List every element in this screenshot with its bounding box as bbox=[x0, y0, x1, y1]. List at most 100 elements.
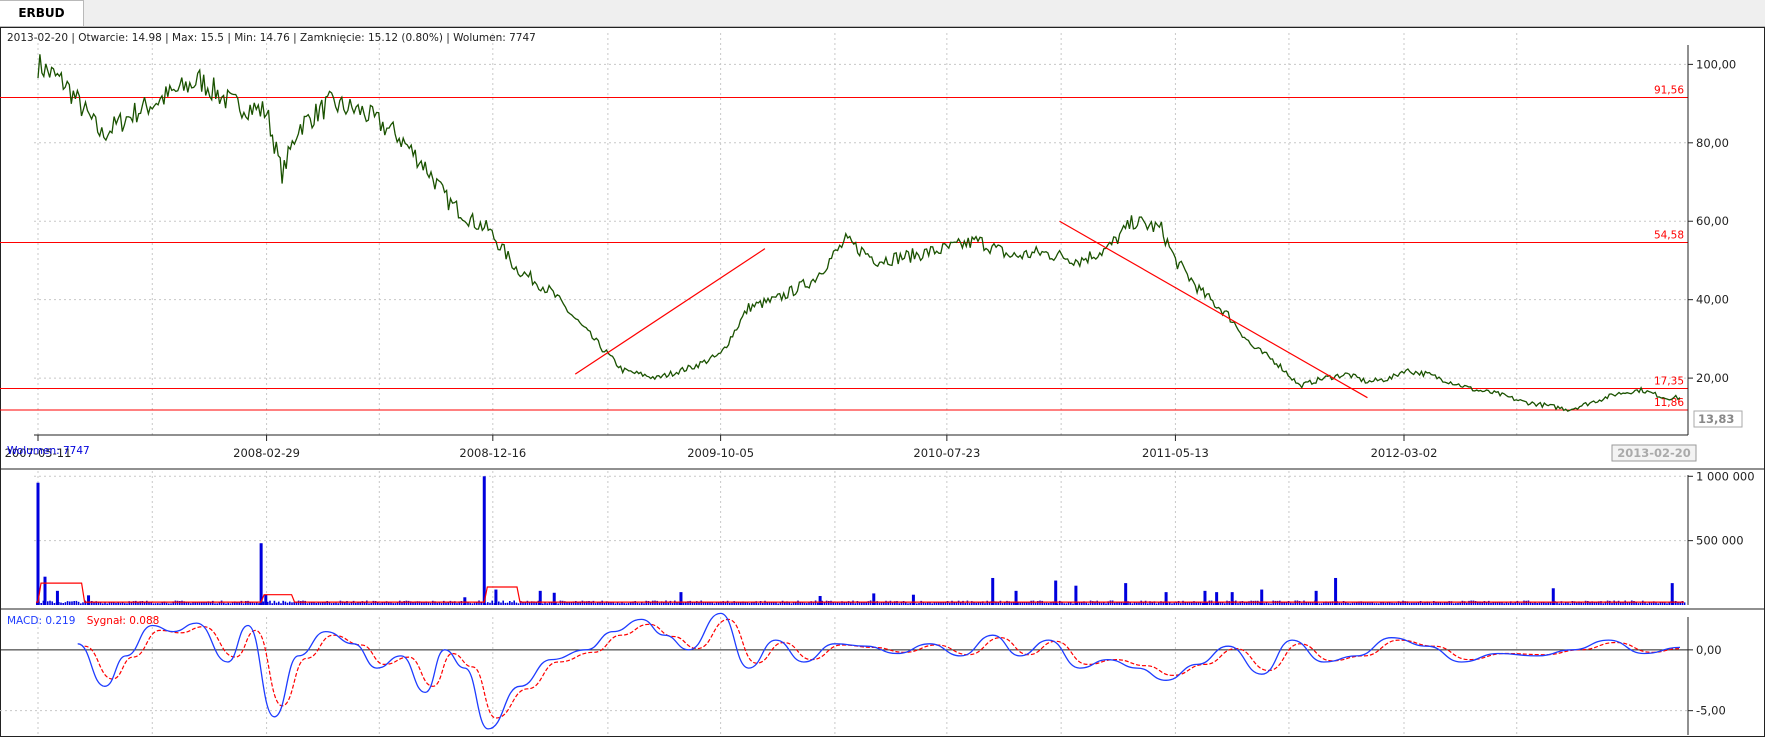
y-tick-label: 80,00 bbox=[1696, 136, 1729, 150]
volume-bar bbox=[394, 603, 397, 605]
volume-bar bbox=[1158, 602, 1160, 605]
volume-spike-bar bbox=[482, 476, 486, 605]
volume-bar bbox=[546, 603, 548, 605]
chart-canvas[interactable]: 91,56 54,58 17,35 11,86 100,00 80,00 60,00 40,… bbox=[0, 27, 1765, 737]
volume-bar bbox=[700, 600, 702, 605]
volume-bar bbox=[801, 602, 804, 605]
volume-bar bbox=[1439, 602, 1442, 605]
volume-bar bbox=[885, 600, 887, 605]
volume-bar bbox=[636, 602, 639, 605]
volume-bar bbox=[333, 602, 335, 605]
volume-bar bbox=[106, 603, 108, 605]
volume-bar bbox=[190, 603, 192, 605]
volume-bar bbox=[1642, 600, 1644, 605]
volume-bar bbox=[1657, 603, 1659, 605]
volume-bar bbox=[1527, 600, 1530, 605]
volume-bar bbox=[289, 601, 291, 605]
volume-bar bbox=[1582, 602, 1585, 605]
volume-bar bbox=[71, 601, 73, 605]
volume-bar bbox=[1525, 600, 1527, 605]
volume-bar bbox=[1292, 603, 1294, 605]
volume-bar bbox=[102, 603, 104, 605]
volume-bar bbox=[781, 600, 784, 605]
volume-bar bbox=[1349, 603, 1351, 605]
volume-bar bbox=[1279, 600, 1281, 605]
volume-bar bbox=[830, 600, 832, 605]
volume-bar bbox=[1301, 602, 1303, 605]
volume-bar bbox=[1532, 602, 1534, 605]
volume-bar bbox=[440, 603, 443, 605]
volume-bar bbox=[1257, 600, 1259, 605]
volume-bar bbox=[275, 602, 278, 605]
volume-bar bbox=[115, 602, 117, 605]
volume-spike-bar bbox=[1334, 577, 1338, 605]
volume-bar bbox=[1430, 603, 1433, 605]
y-tick-label: 0,00 bbox=[1696, 643, 1722, 657]
volume-bar bbox=[1065, 603, 1068, 605]
volume-bar bbox=[370, 603, 372, 605]
volume-bar bbox=[1545, 602, 1547, 605]
volume-bar bbox=[1373, 603, 1376, 605]
volume-bar bbox=[498, 601, 500, 605]
volume-spike-bar bbox=[494, 589, 498, 605]
volume-bar bbox=[1169, 602, 1171, 605]
tab-erbud[interactable]: ERBUD bbox=[0, 0, 84, 26]
volume-bar bbox=[1195, 602, 1197, 605]
volume-bar bbox=[157, 603, 159, 605]
volume-bar bbox=[1503, 603, 1505, 605]
volume-bar bbox=[1131, 603, 1134, 605]
volume-bar bbox=[577, 602, 579, 605]
volume-bar bbox=[1602, 603, 1604, 605]
volume-bar bbox=[143, 602, 146, 605]
volume-bar bbox=[748, 603, 751, 605]
volume-spike-bar bbox=[1054, 580, 1058, 605]
volume-bar bbox=[834, 602, 837, 605]
volume-bar bbox=[192, 602, 194, 605]
volume-title: Wolumen: 7747 bbox=[7, 445, 90, 457]
ohlc-info-line: 2013-02-20 | Otwarcie: 14.98 | Max: 15.5… bbox=[7, 32, 536, 44]
volume-bar bbox=[1496, 602, 1499, 605]
volume-bar bbox=[148, 602, 150, 605]
volume-bar bbox=[1087, 603, 1090, 605]
volume-bar bbox=[891, 602, 894, 605]
volume-bar bbox=[119, 602, 122, 605]
volume-bar bbox=[803, 602, 806, 605]
volume-bar bbox=[594, 603, 597, 605]
volume-bar bbox=[1435, 602, 1437, 605]
volume-bar bbox=[1085, 602, 1087, 605]
volume-bar bbox=[1138, 602, 1140, 605]
volume-bar bbox=[159, 603, 161, 605]
x-tick-label: 2008-02-29 bbox=[233, 446, 300, 460]
volume-bar bbox=[1039, 600, 1041, 605]
volume-bar bbox=[821, 600, 823, 605]
volume-bar bbox=[1547, 602, 1549, 605]
volume-bar bbox=[181, 600, 183, 605]
volume-bar bbox=[517, 603, 520, 605]
volume-bar bbox=[863, 602, 865, 605]
volume-bar bbox=[286, 602, 289, 605]
volume-bar bbox=[429, 602, 432, 605]
volume-spike-bar bbox=[55, 590, 59, 605]
volume-bar bbox=[1613, 600, 1615, 605]
volume-bar bbox=[1562, 603, 1565, 605]
volume-bar bbox=[1208, 600, 1211, 605]
volume-bar bbox=[225, 603, 227, 605]
volume-bar bbox=[504, 602, 507, 605]
volume-bar bbox=[951, 600, 953, 605]
volume-spike-bar bbox=[259, 543, 263, 605]
volume-bar bbox=[60, 602, 62, 605]
volume-bar bbox=[478, 600, 480, 605]
volume-bar bbox=[328, 602, 331, 605]
volume-bar bbox=[1210, 600, 1213, 605]
volume-spike-bar bbox=[43, 576, 47, 605]
volume-bar bbox=[542, 603, 544, 605]
volume-spike-bar bbox=[1215, 592, 1219, 605]
volume-bar bbox=[1422, 602, 1424, 605]
volume-bar bbox=[1393, 603, 1395, 605]
volume-bar bbox=[174, 600, 177, 605]
volume-spike-bar bbox=[463, 597, 467, 605]
volume-bar bbox=[82, 602, 84, 605]
volume-bar bbox=[126, 603, 128, 605]
volume-bar bbox=[623, 603, 625, 605]
volume-bar bbox=[436, 602, 438, 605]
